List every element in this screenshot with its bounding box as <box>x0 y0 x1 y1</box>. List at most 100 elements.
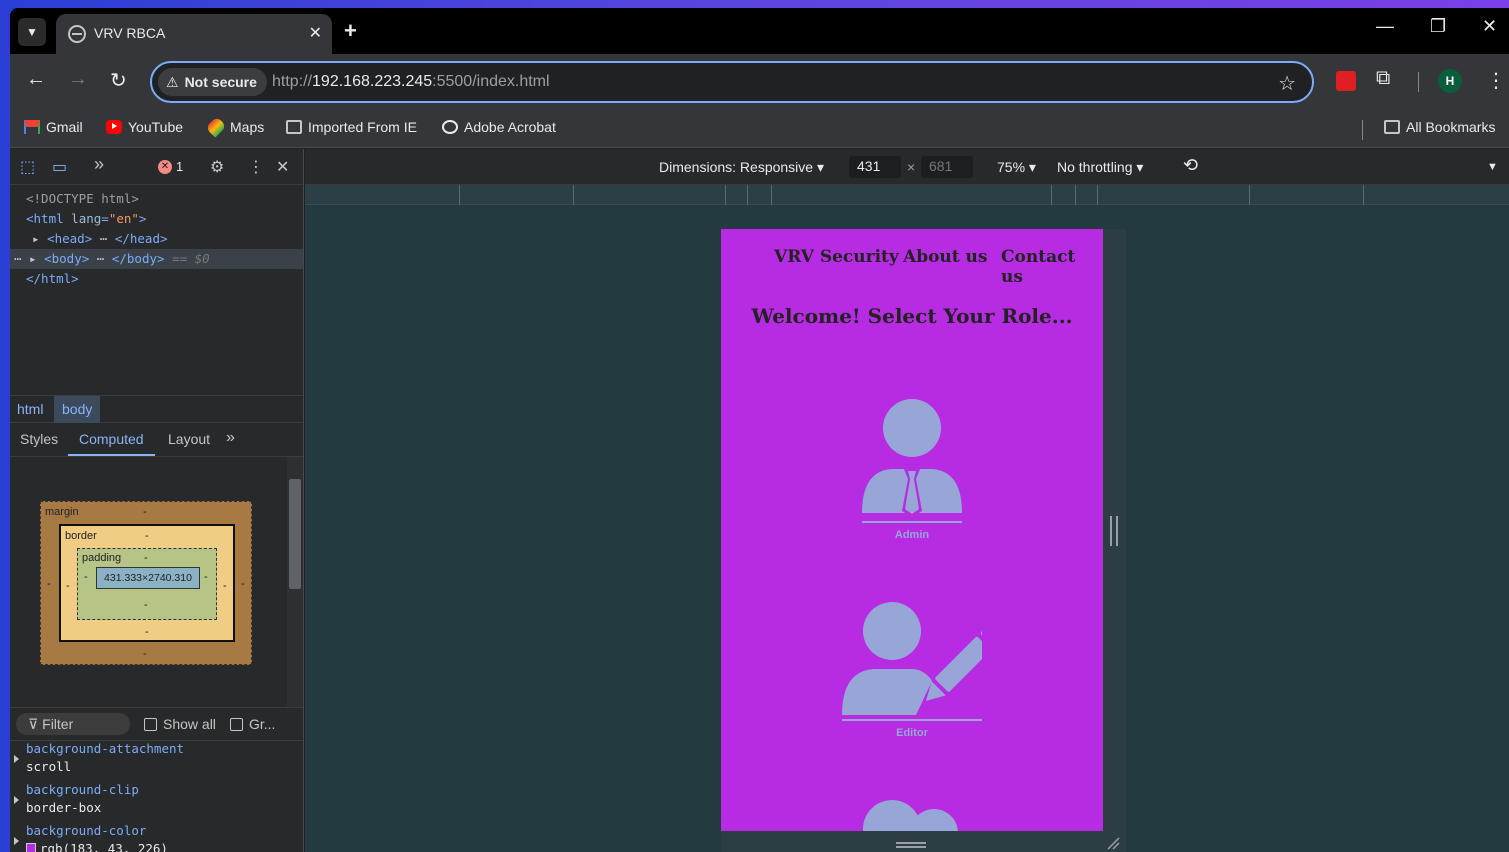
color-swatch[interactable] <box>26 843 36 852</box>
browser-window: ▼ VRV RBCA ✕ + — ❐ ✕ ← → ↻ ⚠ Not secure … <box>10 8 1509 852</box>
nav-contact-us[interactable]: Contact us <box>1001 247 1103 287</box>
box-model-margin: margin - - - - border - - - - padding - … <box>40 501 252 665</box>
media-query-ruler[interactable] <box>305 185 1509 205</box>
admin-underline <box>862 521 962 523</box>
bookmark-imported-from-ie[interactable]: Imported From IE <box>286 119 417 135</box>
editor-label[interactable]: Editor <box>842 727 982 739</box>
extensions-puzzle-icon[interactable]: ⧉ <box>1376 67 1390 90</box>
extension-icon[interactable] <box>1336 71 1356 91</box>
nav-about-us[interactable]: About us <box>903 247 987 267</box>
close-window-button[interactable]: ✕ <box>1482 16 1497 37</box>
back-button[interactable]: ← <box>26 68 46 91</box>
close-devtools-icon[interactable]: ✕ <box>276 157 289 177</box>
error-badge[interactable]: ✕ 1 <box>158 159 183 174</box>
tab-computed[interactable]: Computed <box>68 431 155 456</box>
error-icon: ✕ <box>158 159 172 174</box>
scroll-thumb[interactable] <box>289 479 301 589</box>
youtube-icon <box>106 120 122 134</box>
address-bar[interactable]: ⚠ Not secure http://192.168.223.245:5500… <box>150 61 1314 103</box>
computed-property[interactable]: background-clip border-box <box>10 782 303 823</box>
gmail-icon <box>24 120 40 134</box>
bookmarks-bar: Gmail YouTube Maps Imported From IE Adob… <box>10 110 1509 148</box>
folder-icon <box>286 120 302 134</box>
more-tabs-icon[interactable]: » <box>226 429 235 447</box>
device-more-icon[interactable]: ▼ <box>1487 161 1498 173</box>
role-third-partial[interactable] <box>842 789 982 831</box>
styles-subtabs: Styles Computed Layout » <box>10 423 303 457</box>
computed-property[interactable]: background-attachment scroll <box>10 741 303 782</box>
height-input[interactable]: 681 <box>921 156 973 178</box>
devtools-toolbar: ⬚ ▭ » ✕ 1 ⚙ ⋮ ✕ <box>10 149 303 185</box>
breadcrumb: html body <box>10 395 303 423</box>
more-panels-icon[interactable]: » <box>94 154 104 175</box>
not-secure-chip[interactable]: ⚠ Not secure <box>158 68 267 96</box>
editor-underline <box>842 719 982 721</box>
resize-handle-corner[interactable] <box>1106 836 1120 850</box>
forward-button[interactable]: → <box>68 68 88 91</box>
dimensions-dropdown[interactable]: Dimensions: Responsive ▾ <box>659 159 824 176</box>
tab-search-button[interactable]: ▼ <box>18 18 46 46</box>
tab-strip: ▼ VRV RBCA ✕ + — ❐ ✕ <box>10 8 1509 54</box>
restore-button[interactable]: ❐ <box>1430 16 1446 37</box>
times-sign: × <box>907 159 916 175</box>
throttling-dropdown[interactable]: No throttling ▾ <box>1057 159 1143 176</box>
dom-doctype[interactable]: <!DOCTYPE html> <box>10 189 303 209</box>
elements-tree: <!DOCTYPE html> <html lang="en"> ▸ <head… <box>10 185 303 395</box>
box-model-border: border - - - - padding - - - - 431.333×2… <box>59 524 235 642</box>
filter-input[interactable]: ⊽ Filter <box>16 713 130 735</box>
resize-handle-right[interactable] <box>1110 516 1118 546</box>
maps-icon <box>205 116 227 138</box>
dom-body[interactable]: ⋯ ▸ <body> ⋯ </body> == $0 <box>10 249 303 269</box>
box-model-diagram: margin - - - - border - - - - padding - … <box>10 457 303 707</box>
breadcrumb-html[interactable]: html <box>17 401 43 417</box>
settings-gear-icon[interactable]: ⚙ <box>210 157 224 177</box>
page-title: Welcome! Select Your Role... <box>751 304 1073 328</box>
bookmark-star-icon[interactable]: ☆ <box>1278 71 1296 96</box>
computed-property[interactable]: background-color rgb(183, 43, 226) <box>10 823 303 852</box>
browser-menu-icon[interactable]: ⋮ <box>1486 68 1506 93</box>
group-checkbox[interactable]: Gr... <box>230 716 275 732</box>
bookmark-gmail[interactable]: Gmail <box>24 119 83 135</box>
admin-icon <box>862 399 962 517</box>
globe-icon <box>68 25 86 43</box>
dom-head[interactable]: ▸ <head> ⋯ </head> <box>10 229 303 249</box>
devtools-menu-icon[interactable]: ⋮ <box>248 157 264 177</box>
browser-tab[interactable]: VRV RBCA ✕ <box>56 14 332 54</box>
width-input[interactable]: 431 <box>849 156 901 178</box>
device-toggle-icon[interactable]: ▭ <box>52 157 67 177</box>
role-admin[interactable]: Admin <box>842 393 982 541</box>
breadcrumb-body[interactable]: body <box>54 396 101 423</box>
dom-html-close[interactable]: </html> <box>10 269 303 289</box>
admin-label[interactable]: Admin <box>842 529 982 541</box>
resize-handle-bottom[interactable] <box>896 842 926 848</box>
toolbar-divider <box>1418 72 1419 92</box>
url-text[interactable]: http://192.168.223.245:5500/index.html <box>272 73 550 91</box>
new-tab-button[interactable]: + <box>344 18 357 44</box>
minimize-button[interactable]: — <box>1376 16 1394 37</box>
all-bookmarks[interactable]: All Bookmarks <box>1384 119 1495 135</box>
profile-avatar[interactable]: H <box>1438 69 1462 93</box>
role-editor[interactable]: Editor <box>842 591 1000 739</box>
show-all-checkbox[interactable]: Show all <box>144 716 216 732</box>
nav-vrv-security[interactable]: VRV Security <box>774 247 899 267</box>
inspect-element-icon[interactable]: ⬚ <box>20 157 35 177</box>
bookmarks-divider <box>1362 120 1363 140</box>
folder-icon <box>1384 120 1400 134</box>
zoom-dropdown[interactable]: 75% ▾ <box>997 159 1036 176</box>
rotate-icon[interactable]: ⟲ <box>1183 155 1198 176</box>
bookmark-maps[interactable]: Maps <box>205 116 264 138</box>
bookmark-adobe-acrobat[interactable]: Adobe Acrobat <box>442 119 556 135</box>
warning-icon: ⚠ <box>166 73 179 90</box>
computed-scrollbar[interactable] <box>287 457 303 707</box>
box-model-content: 431.333×2740.310 <box>96 567 200 589</box>
tab-styles[interactable]: Styles <box>20 431 58 447</box>
tab-layout[interactable]: Layout <box>168 431 210 447</box>
reload-button[interactable]: ↻ <box>110 68 127 93</box>
close-tab-icon[interactable]: ✕ <box>309 23 322 43</box>
bookmark-youtube[interactable]: YouTube <box>106 119 183 135</box>
computed-filter-row: ⊽ Filter Show all Gr... <box>10 707 303 741</box>
device-toolbar: Dimensions: Responsive ▾ 431 × 681 75% ▾… <box>305 149 1509 185</box>
globe-icon <box>442 120 458 134</box>
dom-html[interactable]: <html lang="en"> <box>10 209 303 229</box>
box-model-padding: padding - - - - 431.333×2740.310 <box>77 548 217 620</box>
